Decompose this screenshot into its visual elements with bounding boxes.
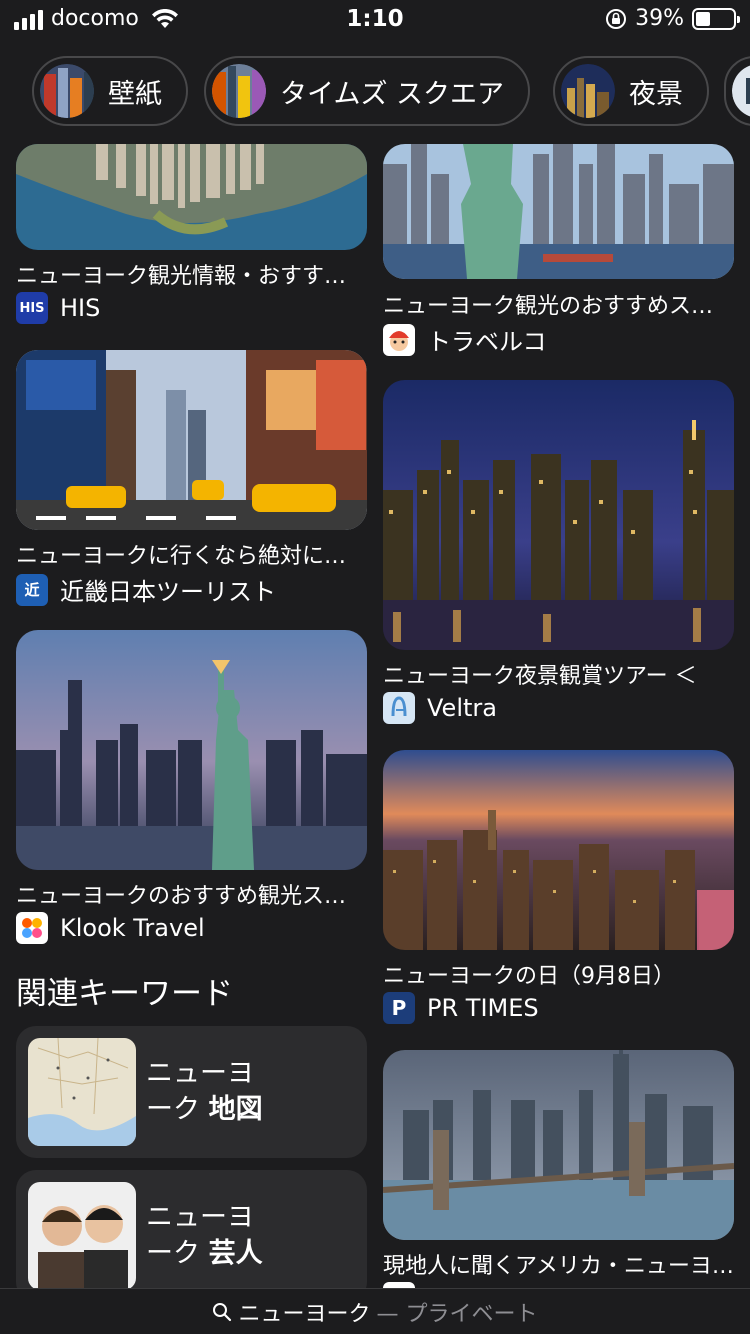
image-result-card[interactable]: ニューヨークのおすすめ観光スポット Klook Travel [16,630,367,950]
keyword-line1: ニューヨ [146,1202,254,1233]
image-result-card[interactable]: ニューヨーク観光のおすすめスポット トラベルコ [383,144,734,357]
result-title[interactable]: ニューヨーク夜景観賞ツアー ＜ [383,658,734,690]
keyword-prefix: ーク [146,1238,209,1269]
image-result-card[interactable]: 現地人に聞くアメリカ・ニューヨーク [383,1050,734,1288]
search-icon [213,1303,232,1322]
suggestion-chips: 壁紙 タイムズ スクエア 夜景 [0,56,750,128]
result-title[interactable]: ニューヨークのおすすめ観光スポット [16,878,367,910]
bottom-search-bar[interactable]: ニューヨーク — プライベート [0,1288,750,1334]
result-title[interactable]: ニューヨークの日（9月8日） [383,958,734,990]
source-name: PR TIMES [427,994,539,1022]
result-image[interactable] [16,630,367,870]
keyword-line2: ーク 地図 [146,1092,263,1128]
result-image[interactable] [383,750,734,950]
keyword-bold: 芸人 [208,1238,263,1269]
related-keyword-label: ニューヨ ーク 芸人 [146,1200,263,1272]
result-source[interactable]: Klook Travel [16,912,205,944]
chip-label: 壁紙 [108,78,162,110]
result-title[interactable]: ニューヨーク観光情報・おすすめ観光スポット [16,258,367,290]
result-image[interactable] [16,350,367,530]
result-image[interactable] [383,144,734,279]
result-source[interactable]: P PR TIMES [383,992,539,1024]
keyword-line2: ーク 芸人 [146,1236,263,1272]
battery-icon [692,7,740,30]
result-source[interactable]: 近 近畿日本ツーリスト [16,572,276,607]
related-keywords-heading: 関連キーワード [16,976,233,1012]
result-image[interactable] [383,380,734,650]
more-thumb-icon [732,65,750,117]
image-result-card[interactable]: ニューヨークに行くなら絶対に行きたい 近 近畿日本ツーリスト [16,350,367,610]
browsing-mode: — プライベート [376,1302,538,1327]
travelko-favicon-icon [383,323,415,356]
chip-times-square[interactable]: タイムズ スクエア [204,56,531,126]
comedian-thumb-icon [28,1182,136,1290]
result-image[interactable] [383,1050,734,1240]
related-keyword-map[interactable]: ニューヨ ーク 地図 [16,1026,367,1158]
source-name: Klook Travel [60,914,205,942]
keyword-prefix: ーク [146,1094,209,1125]
image-result-card[interactable]: ニューヨーク観光情報・おすすめ観光スポット HIS HIS [16,144,367,324]
source-name: 近畿日本ツーリスト [60,578,276,606]
source-name: Veltra [427,694,497,722]
status-bar: docomo 1:10 39% [0,0,750,40]
times-square-thumb-icon [212,64,266,118]
chip-label: 夜景 [629,78,683,110]
image-search-page: docomo 1:10 39% 壁紙 タイムズ スクエア 夜景 ニューヨーク観光… [0,0,750,1334]
result-title[interactable]: ニューヨークに行くなら絶対に行きたい [16,538,367,570]
his-favicon-icon: HIS [16,292,48,324]
keyword-line1: ニューヨ [146,1058,254,1089]
battery-percent: 39% [635,6,684,31]
map-thumb-icon [28,1038,136,1146]
chip-night-view[interactable]: 夜景 [553,56,709,126]
result-image[interactable] [16,144,367,250]
result-title[interactable]: 現地人に聞くアメリカ・ニューヨーク [383,1248,734,1280]
image-result-card[interactable]: ニューヨークの日（9月8日） P PR TIMES [383,750,734,1030]
result-source[interactable]: トラベルコ [383,322,547,357]
result-source[interactable]: HIS HIS [16,292,100,324]
kinki-favicon-icon: 近 [16,573,48,606]
night-view-thumb-icon [561,64,615,118]
klook-favicon-icon [16,912,48,944]
result-title[interactable]: ニューヨーク観光のおすすめスポット [383,288,734,320]
search-query: ニューヨーク [238,1302,371,1327]
veltra-favicon-icon [383,692,415,724]
related-keyword-comedian[interactable]: ニューヨ ーク 芸人 [16,1170,367,1302]
chip-label: タイムズ スクエア [280,78,505,110]
related-keyword-label: ニューヨ ーク 地図 [146,1056,263,1128]
source-name: トラベルコ [427,328,547,356]
prtimes-favicon-icon: P [383,992,415,1024]
image-result-card[interactable]: ニューヨーク夜景観賞ツアー ＜ Veltra [383,380,734,730]
result-source[interactable]: Veltra [383,692,497,724]
chip-more[interactable] [724,56,750,126]
source-name: HIS [60,294,101,322]
chip-wallpaper[interactable]: 壁紙 [32,56,188,126]
wallpaper-thumb-icon [40,64,94,118]
rotation-lock-icon [606,8,627,29]
keyword-bold: 地図 [208,1094,263,1125]
